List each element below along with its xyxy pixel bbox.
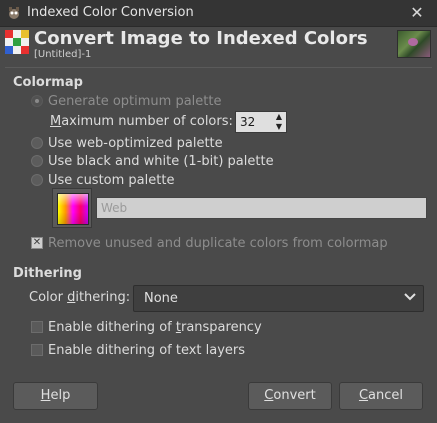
- radio-generate-optimum[interactable]: Generate optimum palette: [31, 92, 221, 110]
- radio-indicator: [31, 174, 43, 186]
- checkbox-label: Enable dithering of text layers: [48, 342, 246, 358]
- label-rest: elp: [50, 388, 71, 403]
- palette-icon: [57, 193, 89, 225]
- help-button[interactable]: Help: [13, 382, 98, 410]
- radio-indicator: [31, 155, 43, 167]
- mnemonic: C: [358, 388, 369, 403]
- radio-indicator: [31, 95, 43, 107]
- radio-label: Use web-optimized palette: [48, 135, 223, 151]
- radio-indicator: [31, 137, 43, 149]
- spin-down-icon[interactable]: ▼: [273, 122, 285, 132]
- spin-up-icon[interactable]: ▲: [273, 112, 285, 122]
- mnemonic: H: [40, 388, 51, 403]
- convert-button[interactable]: Convert: [248, 382, 332, 410]
- image-thumbnail: [397, 30, 431, 58]
- label-post: ithering:: [75, 290, 131, 305]
- dialog-heading: Convert Image to Indexed Colors: [34, 28, 368, 49]
- palette-name-field[interactable]: Web: [96, 197, 427, 219]
- checkbox-remove-unused[interactable]: ✕ Remove unused and duplicate colors fro…: [31, 234, 388, 252]
- gimp-icon: [9, 7, 19, 19]
- window-title: Indexed Color Conversion: [27, 5, 194, 20]
- dithering-section-title: Dithering: [13, 266, 82, 281]
- checkbox-indicator: [31, 344, 43, 356]
- color-dithering-label: Color dithering:: [29, 290, 130, 305]
- chevron-down-icon: [404, 293, 416, 301]
- title-bar: Indexed Color Conversion ✕: [0, 0, 437, 27]
- color-dithering-combo[interactable]: None: [133, 285, 424, 312]
- dialog-header: Convert Image to Indexed Colors [Untitle…: [0, 27, 437, 67]
- label-pre: Enable dithering of: [48, 319, 176, 335]
- radio-web-optimized[interactable]: Use web-optimized palette: [31, 134, 223, 152]
- palette-select-button[interactable]: [52, 188, 92, 228]
- max-colors-value: 32: [240, 115, 256, 129]
- image-name: [Untitled]-1: [34, 49, 92, 60]
- spin-arrows[interactable]: ▲ ▼: [273, 112, 285, 132]
- cancel-button[interactable]: Cancel: [339, 382, 423, 410]
- label-post: ransparency: [180, 319, 262, 335]
- checkbox-indicator: [31, 321, 43, 333]
- close-icon: ✕: [410, 3, 424, 22]
- max-colors-label: Maximum number of colors:: [50, 114, 233, 129]
- label-rest: aximum number of colors:: [61, 114, 233, 129]
- radio-label: Use black and white (1-bit) palette: [48, 153, 274, 169]
- combo-value: None: [144, 291, 178, 306]
- mnemonic: C: [264, 388, 274, 403]
- checkbox-label: Enable dithering of transparency: [48, 320, 262, 335]
- radio-custom-palette[interactable]: Use custom palette: [31, 171, 174, 189]
- radio-label: Use custom palette: [48, 172, 175, 188]
- close-button[interactable]: ✕: [407, 3, 427, 23]
- colormap-section-title: Colormap: [13, 75, 83, 90]
- label-rest: ancel: [368, 388, 404, 403]
- checkbox-dither-text-layers[interactable]: Enable dithering of text layers: [31, 341, 245, 359]
- checkbox-label: Remove unused and duplicate colors from …: [48, 235, 388, 251]
- indexed-color-icon: [5, 30, 29, 54]
- header-divider: [5, 67, 432, 68]
- checkbox-indicator: ✕: [31, 237, 43, 249]
- radio-black-white[interactable]: Use black and white (1-bit) palette: [31, 152, 274, 170]
- mnemonic: M: [50, 114, 62, 129]
- checkbox-dither-transparency[interactable]: Enable dithering of transparency: [31, 318, 262, 336]
- radio-label: Generate optimum palette: [48, 93, 222, 109]
- label-rest: onvert: [273, 388, 316, 403]
- max-colors-spinbutton[interactable]: 32 ▲ ▼: [235, 111, 287, 133]
- label-pre: Color: [29, 290, 68, 305]
